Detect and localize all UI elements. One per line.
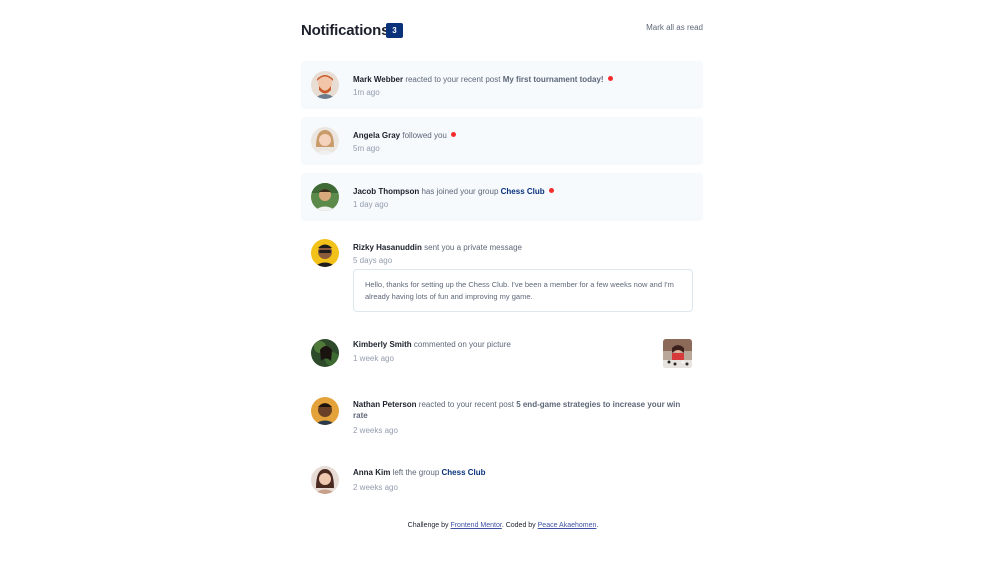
notification-action: followed you [400,131,447,140]
footer-suffix: . [596,522,599,529]
avatar[interactable] [311,339,339,367]
notification-item[interactable]: Angela Gray followed you 5m ago [301,117,703,165]
notification-item[interactable]: Kimberly Smith commented on your picture… [301,329,703,377]
user-name-link[interactable]: Jacob Thompson [353,187,419,196]
notification-time: 1 day ago [353,200,389,209]
notification-item[interactable]: Rizky Hasanuddin sent you a private mess… [301,229,703,313]
notification-item[interactable]: Mark Webber reacted to your recent post … [301,61,703,109]
private-message[interactable]: Hello, thanks for setting up the Chess C… [353,269,693,312]
notification-time: 1m ago [353,88,380,97]
avatar[interactable] [311,466,339,494]
page-title: Notifications [301,22,390,39]
notification-time: 2 weeks ago [353,426,398,435]
user-name-link[interactable]: Mark Webber [353,75,403,84]
notification-item[interactable]: Anna Kim left the group Chess Club 2 wee… [301,457,703,505]
notification-text: Mark Webber reacted to your recent post … [353,74,613,85]
unread-count-badge: 3 [386,23,403,38]
notification-item[interactable]: Nathan Peterson reacted to your recent p… [301,385,703,449]
user-name-link[interactable]: Kimberly Smith [353,340,412,349]
post-link[interactable]: My first tournament today! [503,75,604,84]
notification-text: Anna Kim left the group Chess Club [353,467,486,478]
avatar[interactable] [311,71,339,99]
author-link[interactable]: Peace Akaehomen [538,522,597,529]
notification-action: sent you a private message [421,243,522,252]
notification-item[interactable]: Jacob Thompson has joined your group Che… [301,173,703,221]
avatar[interactable] [311,183,339,211]
notification-action: commented on your picture [411,340,511,349]
mark-all-read-button[interactable]: Mark all as read [646,23,703,32]
avatar[interactable] [311,239,339,267]
user-name-link[interactable]: Anna Kim [353,468,390,477]
notification-time: 1 week ago [353,354,394,363]
notification-text: Nathan Peterson reacted to your recent p… [353,399,693,421]
notification-text: Angela Gray followed you [353,130,456,141]
user-name-link[interactable]: Angela Gray [353,131,400,140]
unread-dot [607,76,613,81]
unread-dot [450,132,456,137]
avatar[interactable] [311,397,339,425]
notifications-panel: Notifications 3 Mark all as read Mark We… [301,0,703,494]
footer-prefix: Challenge by [407,522,451,529]
notification-text: Rizky Hasanuddin sent you a private mess… [353,242,522,253]
notification-action: reacted to your recent post [403,75,503,84]
notification-action: reacted to your recent post [416,400,517,409]
notification-time: 5 days ago [353,256,393,265]
picture-thumbnail[interactable] [663,339,692,368]
unread-dot [548,188,554,193]
frontend-mentor-link[interactable]: Frontend Mentor [450,522,501,529]
header: Notifications 3 Mark all as read [301,0,703,62]
notification-time: 5m ago [353,144,380,153]
avatar[interactable] [311,127,339,155]
user-name-link[interactable]: Nathan Peterson [353,400,417,409]
group-link[interactable]: Chess Club [442,468,486,477]
notification-action: left the group [390,468,442,477]
group-link[interactable]: Chess Club [501,187,545,196]
attribution-footer: Challenge by Frontend Mentor. Coded by P… [0,522,1006,529]
notification-text: Kimberly Smith commented on your picture [353,339,511,350]
user-name-link[interactable]: Rizky Hasanuddin [353,243,422,252]
notification-action: has joined your group [419,187,501,196]
notification-time: 2 weeks ago [353,483,398,492]
footer-middle: . Coded by [501,522,538,529]
notification-text: Jacob Thompson has joined your group Che… [353,186,554,197]
